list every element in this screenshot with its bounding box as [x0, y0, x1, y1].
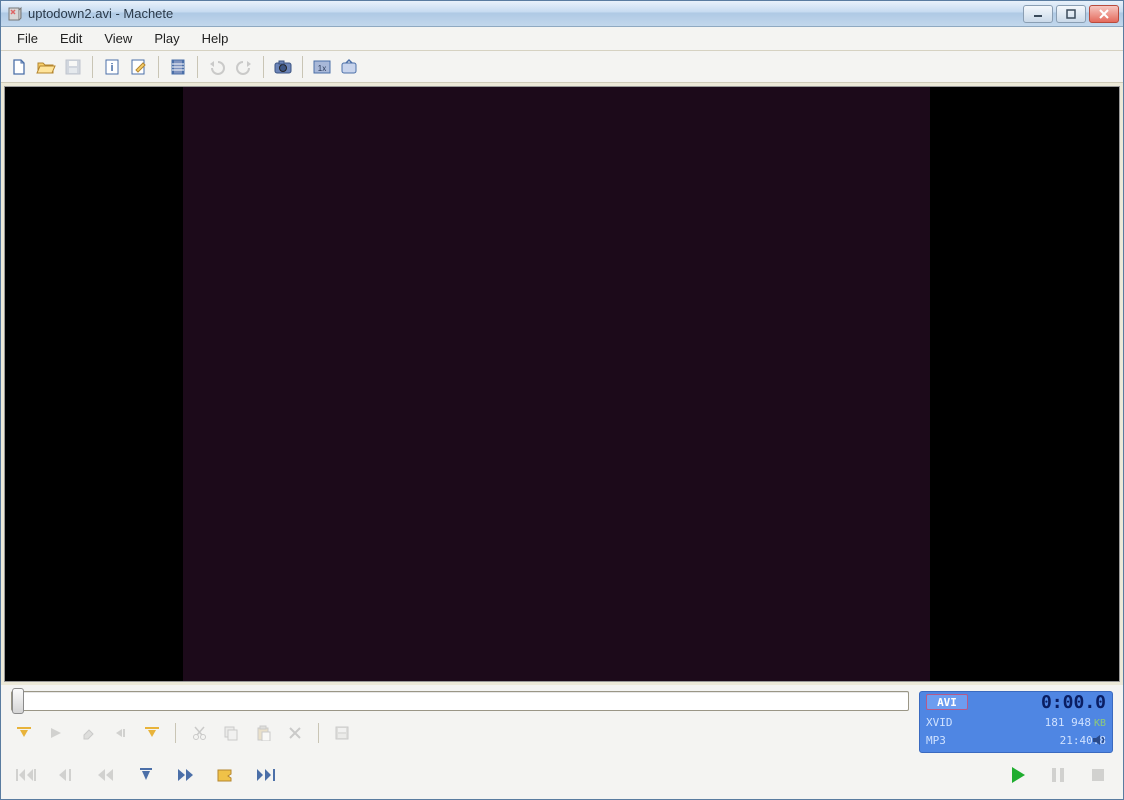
maximize-button[interactable]: [1056, 5, 1086, 23]
save-selection-icon[interactable]: [329, 721, 355, 745]
minimize-button[interactable]: [1023, 5, 1053, 23]
delete-icon[interactable]: [282, 721, 308, 745]
play-button-icon[interactable]: [1003, 762, 1033, 788]
menu-edit[interactable]: Edit: [50, 28, 92, 49]
menubar: File Edit View Play Help: [1, 27, 1123, 51]
play-selection-icon[interactable]: [43, 721, 69, 745]
undo-icon[interactable]: [205, 55, 229, 79]
app-window: uptodown2.avi - Machete File Edit View P…: [0, 0, 1124, 800]
toolbar-separator: [197, 56, 198, 78]
audio-codec-label: MP3: [926, 734, 1016, 752]
toolbar-separator: [175, 723, 176, 743]
menu-view[interactable]: View: [94, 28, 142, 49]
camera-icon[interactable]: [271, 55, 295, 79]
mark-start-icon[interactable]: [11, 721, 37, 745]
erase-icon[interactable]: [75, 721, 101, 745]
playback-toolbar: [11, 759, 1113, 791]
paste-icon[interactable]: [250, 721, 276, 745]
menu-file[interactable]: File: [7, 28, 48, 49]
volume-icon[interactable]: [1092, 734, 1106, 749]
bottom-panel: AVI 0:00.0 XVID 181 948KB MP3 21:40.8: [1, 685, 1123, 799]
stop-button-icon[interactable]: [1083, 762, 1113, 788]
video-codec-label: XVID: [926, 716, 1016, 734]
open-file-icon[interactable]: [34, 55, 58, 79]
info-panel: AVI 0:00.0 XVID 181 948KB MP3 21:40.8: [919, 691, 1113, 753]
mark-prev-icon[interactable]: [107, 721, 133, 745]
svg-text:1x: 1x: [318, 64, 326, 73]
new-file-icon[interactable]: [7, 55, 31, 79]
toolbar-separator: [302, 56, 303, 78]
redo-icon[interactable]: [232, 55, 256, 79]
close-button[interactable]: [1089, 5, 1119, 23]
filesize-label: 181 948KB: [1016, 716, 1106, 734]
menu-help[interactable]: Help: [192, 28, 239, 49]
svg-text:i: i: [110, 62, 113, 74]
tv-icon[interactable]: [337, 55, 361, 79]
main-toolbar: i 1x: [1, 51, 1123, 83]
last-frame-icon[interactable]: [251, 762, 281, 788]
rewind-icon[interactable]: [91, 762, 121, 788]
pause-button-icon[interactable]: [1043, 762, 1073, 788]
bookmark-icon[interactable]: [211, 762, 241, 788]
format-badge: AVI: [926, 694, 968, 710]
first-frame-icon[interactable]: [11, 762, 41, 788]
toolbar-separator: [263, 56, 264, 78]
fast-forward-icon[interactable]: [171, 762, 201, 788]
timeline-slider[interactable]: [11, 691, 909, 711]
film-icon[interactable]: [166, 55, 190, 79]
toolbar-separator: [92, 56, 93, 78]
toolbar-separator: [158, 56, 159, 78]
info-icon[interactable]: i: [100, 55, 124, 79]
zoom-1x-icon[interactable]: 1x: [310, 55, 334, 79]
edit-properties-icon[interactable]: [127, 55, 151, 79]
window-title: uptodown2.avi - Machete: [28, 6, 1023, 21]
titlebar: uptodown2.avi - Machete: [1, 1, 1123, 27]
timeline-thumb[interactable]: [12, 688, 24, 714]
video-content: [183, 87, 929, 681]
window-controls: [1023, 5, 1119, 23]
menu-play[interactable]: Play: [144, 28, 189, 49]
mark-end-icon[interactable]: [139, 721, 165, 745]
copy-icon[interactable]: [218, 721, 244, 745]
save-icon[interactable]: [61, 55, 85, 79]
edit-toolbar: [11, 719, 909, 747]
app-icon: [7, 6, 23, 22]
current-time: 0:00.0: [1016, 694, 1106, 716]
video-viewport[interactable]: [4, 86, 1120, 682]
toolbar-separator: [318, 723, 319, 743]
goto-marker-icon[interactable]: [131, 762, 161, 788]
prev-keyframe-icon[interactable]: [51, 762, 81, 788]
cut-icon[interactable]: [186, 721, 212, 745]
